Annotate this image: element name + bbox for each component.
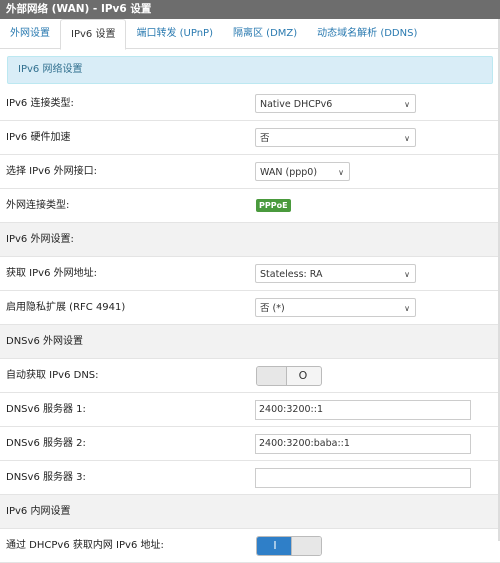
privacy-extension-select[interactable]: 否 (*) ∨ [255,298,416,317]
toggle-knob [257,367,287,385]
dns-server-1-input[interactable]: 2400:3200::1 [255,400,471,420]
tab-ipv6-settings[interactable]: IPv6 设置 [60,19,127,50]
row-dns-server-1: DNSv6 服务器 1: 2400:3200::1 [0,393,500,427]
section-dnsv6-wan: DNSv6 外网设置 [0,325,500,359]
tab-dmz[interactable]: 隔离区 (DMZ) [223,19,307,48]
auto-dns-label: 自动获取 IPv6 DNS: [6,370,99,381]
row-get-wan-address: 获取 IPv6 外网地址: Stateless: RA ∨ [0,257,500,291]
row-wan-interface: 选择 IPv6 外网接口: WAN (ppp0) ∨ [0,155,500,189]
chevron-down-icon: ∨ [338,168,344,177]
dns-server-2-input[interactable]: 2400:3200:baba::1 [255,434,471,454]
row-hw-acceleration: IPv6 硬件加速 否 ∨ [0,121,500,155]
row-dhcpv6-lan: 通过 DHCPv6 获取内网 IPv6 地址: I [0,529,500,563]
chevron-down-icon: ∨ [404,304,410,313]
tab-ddns[interactable]: 动态域名解析 (DDNS) [307,19,427,48]
get-wan-address-select[interactable]: Stateless: RA ∨ [255,264,416,283]
hw-acceleration-select[interactable]: 否 ∨ [255,128,416,147]
dns-server-3-label: DNSv6 服务器 3: [6,472,86,483]
get-wan-address-label: 获取 IPv6 外网地址: [6,268,97,279]
status-badge: PPPoE [256,199,291,212]
section-ipv6-lan: IPv6 内网设置 [0,495,500,529]
section-dnsv6-wan-label: DNSv6 外网设置 [6,336,83,347]
row-dns-server-3: DNSv6 服务器 3: [0,461,500,495]
ipv6-connection-type-select[interactable]: Native DHCPv6 ∨ [255,94,416,113]
wan-connection-type-label: 外网连接类型: [6,200,70,211]
dns-server-1-label: DNSv6 服务器 1: [6,404,86,415]
section-ipv6-lan-label: IPv6 内网设置 [6,506,71,517]
ipv6-connection-type-label: IPv6 连接类型: [6,98,74,109]
chevron-down-icon: ∨ [404,270,410,279]
tab-wan-settings[interactable]: 外网设置 [0,19,60,48]
row-auto-dns: 自动获取 IPv6 DNS: O [0,359,500,393]
section-ipv6-wan-label: IPv6 外网设置: [6,234,74,245]
auto-dns-toggle[interactable]: O [256,366,322,386]
tab-bar: 外网设置 IPv6 设置 端口转发 (UPnP) 隔离区 (DMZ) 动态域名解… [0,19,500,50]
wan-interface-label: 选择 IPv6 外网接口: [6,166,97,177]
hw-acceleration-label: IPv6 硬件加速 [6,132,71,143]
section-ipv6-wan: IPv6 外网设置: [0,223,500,257]
dns-server-3-input[interactable] [255,468,471,488]
tab-port-forwarding[interactable]: 端口转发 (UPnP) [126,19,223,48]
section-banner: IPv6 网络设置 [7,56,493,84]
toggle-off-symbol: O [298,369,308,382]
privacy-extension-label: 启用隐私扩展 (RFC 4941) [6,302,126,313]
dns-server-2-label: DNSv6 服务器 2: [6,438,86,449]
chevron-down-icon: ∨ [404,100,410,109]
row-privacy-extension: 启用隐私扩展 (RFC 4941) 否 (*) ∨ [0,291,500,325]
row-ipv6-connection-type: IPv6 连接类型: Native DHCPv6 ∨ [0,87,500,121]
chevron-down-icon: ∨ [404,134,410,143]
toggle-on-symbol: I [257,537,293,555]
toggle-knob [291,537,321,555]
wan-interface-select[interactable]: WAN (ppp0) ∨ [255,162,350,181]
row-wan-connection-type: 外网连接类型: PPPoE [0,189,500,223]
dhcpv6-lan-label: 通过 DHCPv6 获取内网 IPv6 地址: [6,540,164,551]
page-title: 外部网络 (WAN) - IPv6 设置 [0,0,500,19]
row-dns-server-2: DNSv6 服务器 2: 2400:3200:baba::1 [0,427,500,461]
dhcpv6-lan-toggle[interactable]: I [256,536,322,556]
